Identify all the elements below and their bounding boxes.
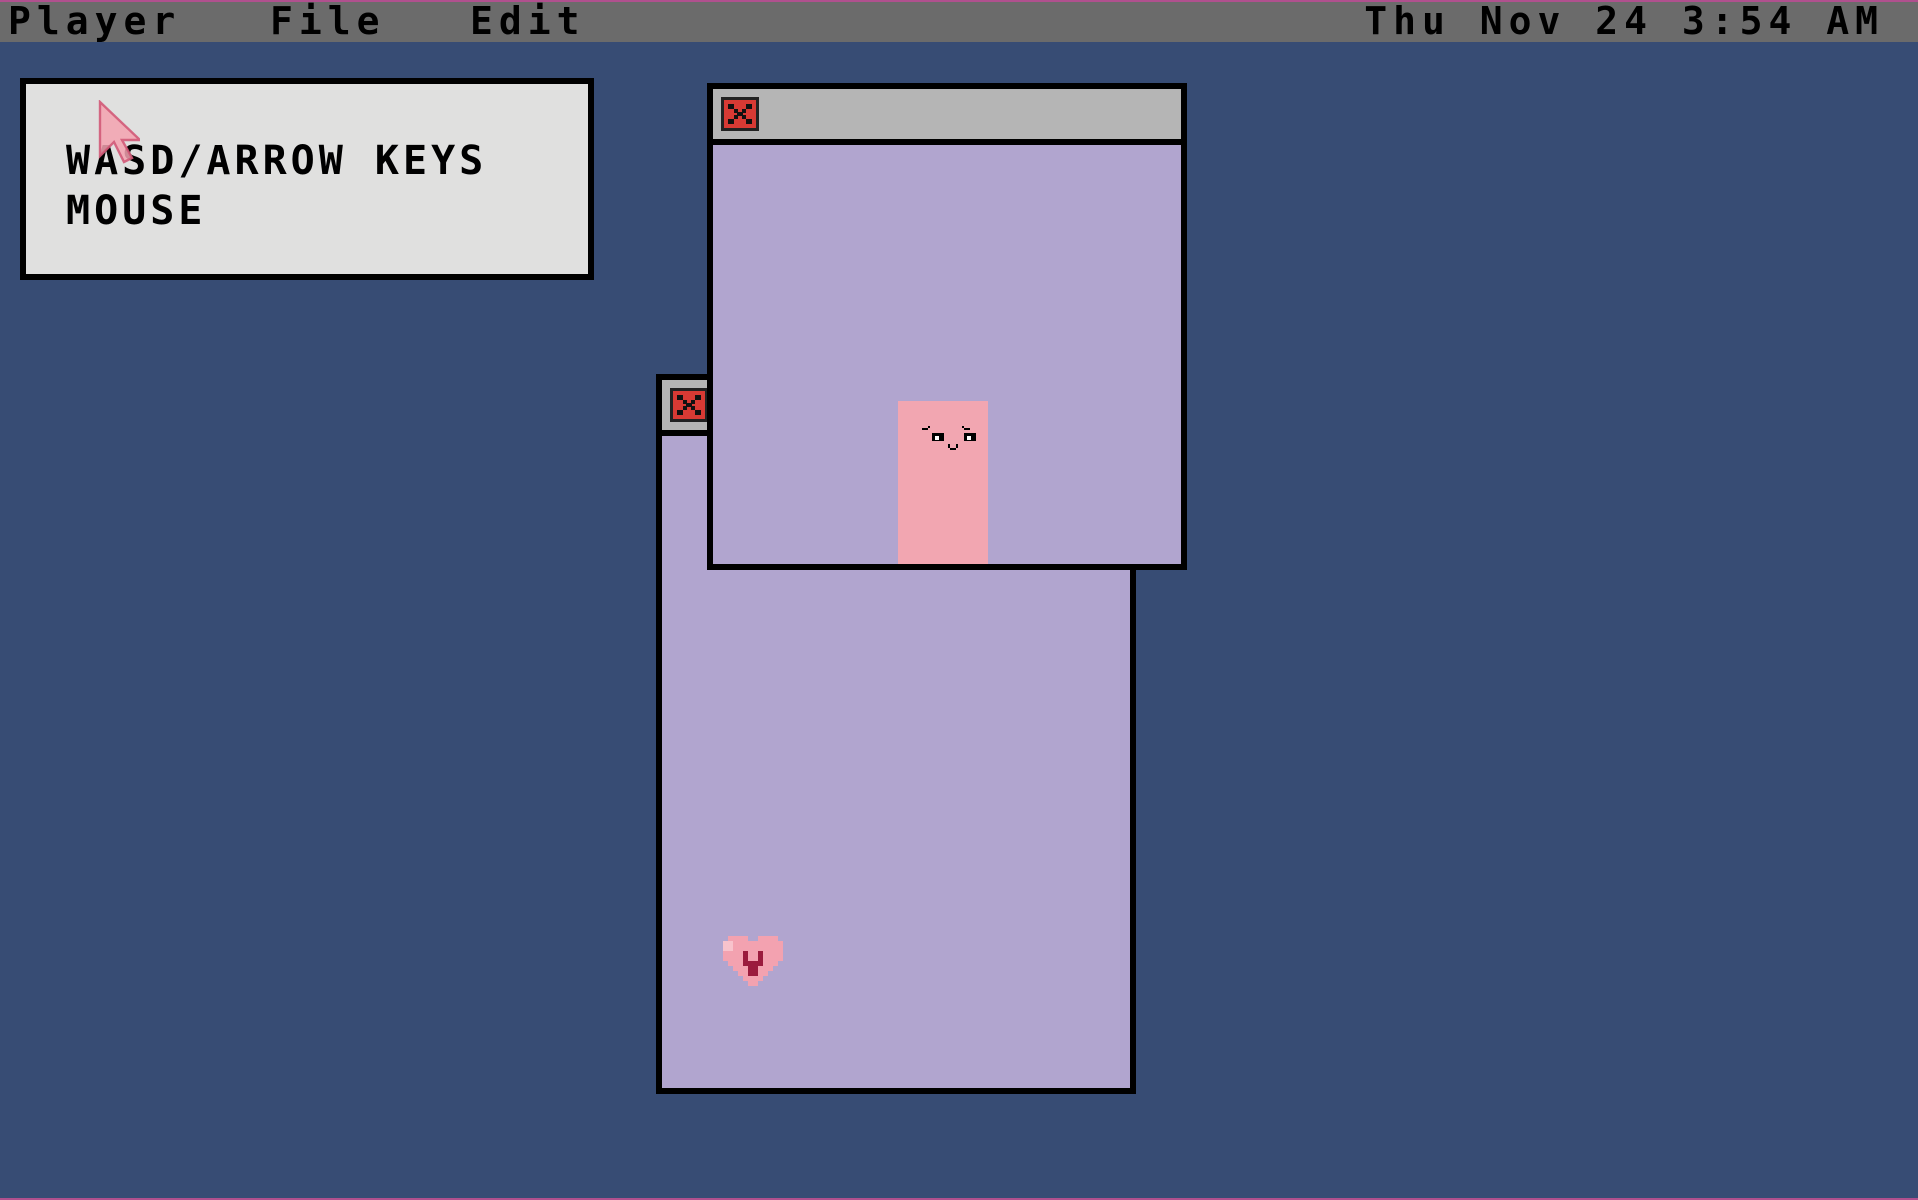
menu-bar: Player File Edit Thu Nov 24 3:54 AM [0,0,1918,42]
player-face-icon [922,426,976,445]
close-x-icon[interactable] [721,97,759,131]
menu-edit[interactable]: Edit [470,2,586,40]
player-character[interactable] [898,401,988,564]
front-game-window[interactable] [707,83,1187,570]
controls-line-mouse: MOUSE [66,188,207,234]
close-x-icon[interactable] [670,388,708,422]
menu-player[interactable]: Player [8,2,181,40]
pointer-cursor-icon [98,100,140,164]
player-mouth-icon [948,444,958,450]
menu-file[interactable]: File [270,2,386,40]
heart-icon[interactable] [718,930,788,992]
front-window-titlebar[interactable] [713,89,1181,145]
menu-clock: Thu Nov 24 3:54 AM [1364,0,1884,43]
desktop: Player File Edit Thu Nov 24 3:54 AM WASD… [0,0,1918,1200]
